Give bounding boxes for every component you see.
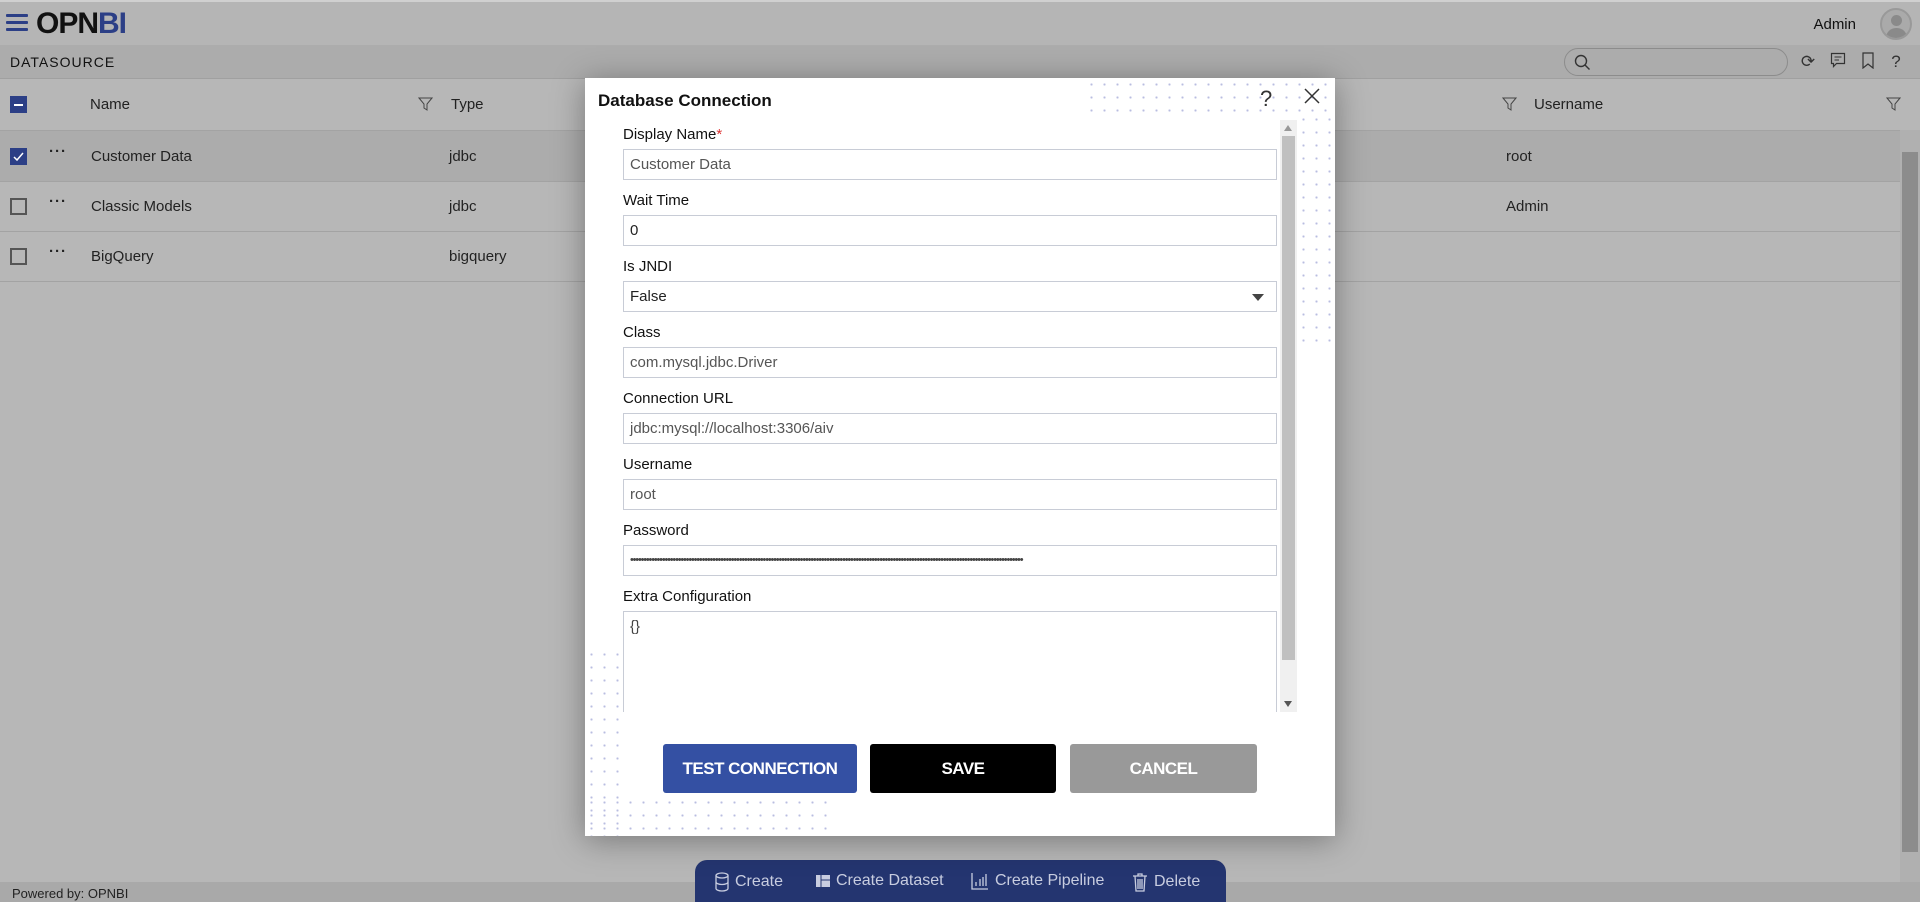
toolbar: DATASOURCE ⟳ ? <box>0 45 1920 79</box>
username-input[interactable]: root <box>623 479 1277 510</box>
wait-time-field: Wait Time 0 <box>623 192 1277 246</box>
filter-icon[interactable] <box>1886 97 1901 111</box>
field-label: Display Name* <box>623 126 723 143</box>
field-label: Class <box>623 324 661 341</box>
logo: OPNBI <box>36 7 127 40</box>
is-jndi-select[interactable]: False <box>623 281 1277 312</box>
cell-username: Admin <box>1506 198 1549 215</box>
page-scrollbar[interactable] <box>1900 130 1920 882</box>
cancel-button[interactable]: CANCEL <box>1070 744 1257 793</box>
filter-icon[interactable] <box>1502 97 1517 111</box>
refresh-icon[interactable]: ⟳ <box>1798 52 1818 72</box>
column-type: Type <box>451 96 484 113</box>
test-connection-button[interactable]: TEST CONNECTION <box>663 744 857 793</box>
cell-name: Customer Data <box>91 148 192 165</box>
field-label: Connection URL <box>623 390 734 407</box>
connection-form: Display Name* Customer Data Wait Time 0 … <box>585 120 1297 712</box>
user-name[interactable]: Admin <box>1813 16 1856 33</box>
username-field: Username root <box>623 456 1277 510</box>
search-input[interactable] <box>1564 48 1788 76</box>
cell-username: root <box>1506 148 1532 165</box>
row-menu-icon[interactable]: ··· <box>49 243 67 260</box>
field-label: Password <box>623 522 689 539</box>
page-title: DATASOURCE <box>10 54 116 70</box>
row-menu-icon[interactable]: ··· <box>49 193 67 210</box>
dot-pattern <box>1297 113 1335 343</box>
row-checkbox[interactable] <box>10 248 27 265</box>
class-field: Class com.mysql.jdbc.Driver <box>623 324 1277 378</box>
action-bar: Create Create Dataset Create Pipeline De… <box>695 860 1226 902</box>
table-icon <box>816 875 830 887</box>
database-icon <box>715 872 729 892</box>
trash-icon <box>1133 873 1147 892</box>
connection-url-field: Connection URL jdbc:mysql://localhost:33… <box>623 390 1277 444</box>
help-icon[interactable]: ? <box>1260 86 1272 112</box>
filter-icon[interactable] <box>418 97 433 111</box>
delete-button[interactable]: Delete <box>1132 872 1200 892</box>
database-connection-dialog: Database Connection ? Display Name* Cust… <box>585 78 1335 836</box>
comment-icon[interactable] <box>1828 52 1848 72</box>
dot-pattern <box>1085 78 1335 113</box>
create-dataset-label: Create Dataset <box>836 872 944 889</box>
hamburger-menu-icon[interactable] <box>6 14 28 32</box>
close-icon[interactable] <box>1302 86 1322 106</box>
select-all-checkbox[interactable] <box>10 96 27 113</box>
connection-url-input[interactable]: jdbc:mysql://localhost:3306/aiv <box>623 413 1277 444</box>
create-pipeline-button[interactable]: Create Pipeline <box>971 872 1104 890</box>
is-jndi-field: Is JNDI False <box>623 258 1277 312</box>
help-icon[interactable]: ? <box>1886 52 1906 72</box>
row-checkbox[interactable] <box>10 148 27 165</box>
delete-label: Delete <box>1154 873 1201 890</box>
field-label: Is JNDI <box>623 258 673 275</box>
pipeline-chart-icon <box>971 873 988 890</box>
cell-type: jdbc <box>449 198 477 215</box>
form-scrollbar[interactable] <box>1280 120 1297 712</box>
create-button[interactable]: Create <box>715 872 783 892</box>
dot-pattern <box>585 796 830 836</box>
create-pipeline-label: Create Pipeline <box>995 872 1105 889</box>
create-dataset-button[interactable]: Create Dataset <box>816 872 944 890</box>
password-input[interactable]: ••••••••••••••••••••••••••••••••••••••••… <box>623 545 1277 576</box>
row-checkbox[interactable] <box>10 198 27 215</box>
extra-configuration-textarea[interactable]: {} <box>623 611 1277 712</box>
field-label: Extra Configuration <box>623 588 752 605</box>
password-field: Password •••••••••••••••••••••••••••••••… <box>623 522 1277 576</box>
class-input[interactable]: com.mysql.jdbc.Driver <box>623 347 1277 378</box>
display-name-field: Display Name* Customer Data <box>623 126 1277 180</box>
cell-type: bigquery <box>449 248 507 265</box>
search-icon <box>1574 54 1590 70</box>
wait-time-input[interactable]: 0 <box>623 215 1277 246</box>
avatar[interactable] <box>1880 8 1912 40</box>
selected-value: False <box>630 288 667 305</box>
cell-name: BigQuery <box>91 248 154 265</box>
app-header: OPNBI Admin <box>0 0 1920 45</box>
cell-type: jdbc <box>449 148 477 165</box>
save-button[interactable]: SAVE <box>870 744 1056 793</box>
column-username: Username <box>1534 96 1604 113</box>
dialog-title: Database Connection <box>598 91 772 110</box>
row-menu-icon[interactable]: ··· <box>49 143 67 160</box>
create-label: Create <box>735 873 784 890</box>
cell-name: Classic Models <box>91 198 192 215</box>
field-label: Username <box>623 456 693 473</box>
extra-configuration-field: Extra Configuration {} <box>623 588 1277 712</box>
field-label: Wait Time <box>623 192 690 209</box>
display-name-input[interactable]: Customer Data <box>623 149 1277 180</box>
bookmark-icon[interactable] <box>1858 52 1878 72</box>
column-name: Name <box>90 96 131 113</box>
